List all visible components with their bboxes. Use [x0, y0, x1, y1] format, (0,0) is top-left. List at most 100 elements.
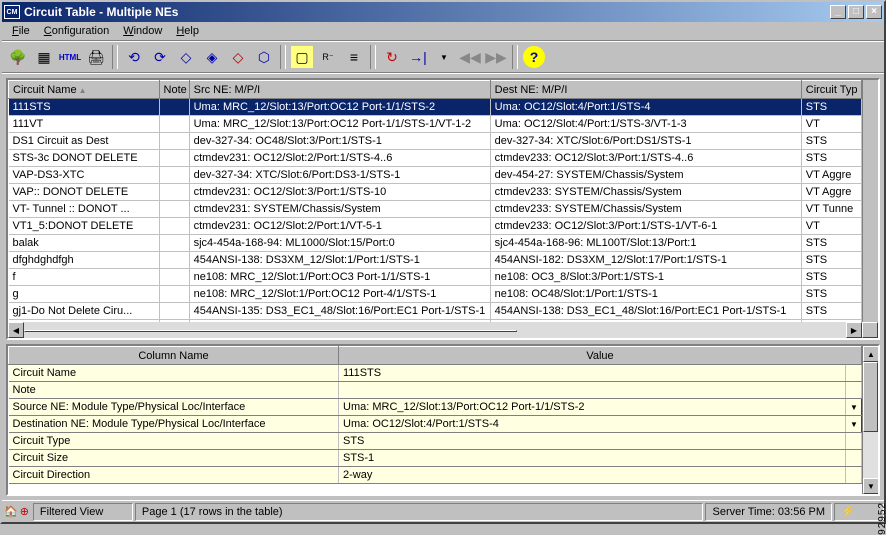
- cell-dest: sjc4-454a-168-96: ML100T/Slot:13/Port:1: [490, 235, 801, 252]
- detail-key: Circuit Name: [9, 365, 339, 382]
- cell-dest: Uma: OC12/Slot:4/Port:1/STS-4: [490, 99, 801, 116]
- table-row[interactable]: VAP:: DONOT DELETEctmdev231: OC12/Slot:3…: [9, 184, 862, 201]
- cell-dest: dev-454-27: SYSTEM/Chassis/System: [490, 167, 801, 184]
- horizontal-scrollbar[interactable]: ◀ ▶: [8, 322, 878, 338]
- detail-row[interactable]: Circuit Direction2-way: [9, 467, 862, 484]
- scroll-up-button[interactable]: ▲: [863, 346, 878, 362]
- scroll-right-button[interactable]: ▶: [846, 322, 862, 338]
- cell-src: 454ANSI-138: DS3XM_12/Slot:1/Port:1/STS-…: [189, 252, 490, 269]
- menu-help[interactable]: Help: [170, 24, 205, 38]
- table-row[interactable]: 111STSUma: MRC_12/Slot:13/Port:OC12 Port…: [9, 99, 862, 116]
- detail-key: Source NE: Module Type/Physical Loc/Inte…: [9, 399, 339, 416]
- detail-value[interactable]: [339, 382, 846, 399]
- toolbar-note-icon[interactable]: ▢: [290, 45, 314, 69]
- home-icon[interactable]: 🏠: [4, 505, 18, 518]
- menu-configuration[interactable]: Configuration: [38, 24, 115, 38]
- toolbar-circuit6-icon[interactable]: ⬡: [252, 45, 276, 69]
- close-button[interactable]: ×: [866, 5, 882, 19]
- table-row[interactable]: gj1-Do Not Delete Ciru...454ANSI-135: DS…: [9, 303, 862, 320]
- scroll-left-button[interactable]: ◀: [8, 322, 24, 338]
- cell-src: Uma: MRC_12/Slot:13/Port:OC12 Port-1/1/S…: [189, 116, 490, 133]
- table-row[interactable]: VAP-DS3-XTCdev-327-34: XTC/Slot:6/Port:D…: [9, 167, 862, 184]
- table-row[interactable]: fne108: MRC_12/Slot:1/Port:OC3 Port-1/1/…: [9, 269, 862, 286]
- toolbar-next-icon[interactable]: ▶▶: [484, 45, 508, 69]
- toolbar-print-icon[interactable]: 🖨: [84, 45, 108, 69]
- dropdown-button[interactable]: ▼: [845, 399, 861, 416]
- toolbar-circuit2-icon[interactable]: ⟳: [148, 45, 172, 69]
- toolbar-circuit5-icon[interactable]: ◇: [226, 45, 250, 69]
- detail-value[interactable]: STS: [339, 433, 846, 450]
- scroll-down-button[interactable]: ▼: [863, 478, 878, 494]
- toolbar-grid-icon[interactable]: ▦: [32, 45, 56, 69]
- cell-note: [159, 150, 189, 167]
- col-circuit-type[interactable]: Circuit Typ: [801, 81, 861, 99]
- detail-value[interactable]: 111STS: [339, 365, 846, 382]
- toolbar-dropdown-icon[interactable]: ▼: [432, 45, 456, 69]
- status-page: Page 1 (17 rows in the table): [135, 503, 704, 521]
- table-row[interactable]: 111VT Uma: MRC_12/Slot:13/Port:OC12 Port-…: [9, 116, 862, 133]
- empty-cell: [845, 382, 861, 399]
- image-id: 92952: [877, 502, 886, 535]
- cell-type: VT Tunne: [801, 201, 861, 218]
- detail-col-name[interactable]: Column Name: [9, 347, 339, 365]
- cell-type: VT: [801, 116, 861, 133]
- detail-value[interactable]: STS-1: [339, 450, 846, 467]
- detail-row[interactable]: Circuit TypeSTS: [9, 433, 862, 450]
- menu-window[interactable]: Window: [117, 24, 168, 38]
- toolbar-refresh-icon[interactable]: ↻: [380, 45, 404, 69]
- cell-src: sjc4-454a-168-94: ML1000/Slot:15/Port:0: [189, 235, 490, 252]
- cell-dest: 454ANSI-182: DS3XM_12/Slot:17/Port:1/STS…: [490, 252, 801, 269]
- table-row[interactable]: balaksjc4-454a-168-94: ML1000/Slot:15/Po…: [9, 235, 862, 252]
- table-row[interactable]: VT- Tunnel :: DONOT ...ctmdev231: SYSTEM…: [9, 201, 862, 218]
- detail-vertical-scrollbar[interactable]: ▲ ▼: [862, 346, 878, 494]
- toolbar: 🌳 ▦ HTML 🖨 ⟲ ⟳ ◇ ◈ ◇ ⬡ ▢ R⁻ ≡ ↻ →| ▼ ◀◀ …: [2, 42, 884, 72]
- circuit-table[interactable]: Circuit Name▲ Note Src NE: M/P/I Dest NE…: [8, 80, 862, 322]
- col-circuit-name[interactable]: Circuit Name▲: [9, 81, 160, 99]
- detail-key: Note: [9, 382, 339, 399]
- cell-note: [159, 286, 189, 303]
- cell-name: 111VT: [9, 116, 160, 133]
- toolbar-html-icon[interactable]: HTML: [58, 45, 82, 69]
- maximize-button[interactable]: □: [848, 5, 864, 19]
- detail-value[interactable]: 2-way: [339, 467, 846, 484]
- cell-dest: ctmdev233: SYSTEM/Chassis/System: [490, 184, 801, 201]
- cell-src: ctmdev231: OC12/Slot:2/Port:1/STS-4..6: [189, 150, 490, 167]
- table-row[interactable]: dfghdghdfgh454ANSI-138: DS3XM_12/Slot:1/…: [9, 252, 862, 269]
- table-row[interactable]: DS1 Circuit as Destdev-327-34: OC48/Slot…: [9, 133, 862, 150]
- detail-row[interactable]: Circuit SizeSTS-1: [9, 450, 862, 467]
- target-icon[interactable]: ⊕: [20, 505, 29, 518]
- table-row[interactable]: STS-3c DONOT DELETEctmdev231: OC12/Slot:…: [9, 150, 862, 167]
- table-row[interactable]: VT1_5:DONOT DELETEctmdev231: OC12/Slot:2…: [9, 218, 862, 235]
- toolbar-goto-icon[interactable]: →|: [406, 45, 430, 69]
- cell-src: dev-327-34: OC48/Slot:3/Port:1/STS-1: [189, 133, 490, 150]
- toolbar-circuit3-icon[interactable]: ◇: [174, 45, 198, 69]
- col-note[interactable]: Note: [159, 81, 189, 99]
- vertical-scrollbar[interactable]: [862, 80, 878, 322]
- detail-row[interactable]: Note: [9, 382, 862, 399]
- col-dest[interactable]: Dest NE: M/P/I: [490, 81, 801, 99]
- detail-row[interactable]: Destination NE: Module Type/Physical Loc…: [9, 416, 862, 433]
- toolbar-circuit1-icon[interactable]: ⟲: [122, 45, 146, 69]
- toolbar-circuit4-icon[interactable]: ◈: [200, 45, 224, 69]
- empty-cell: [845, 433, 861, 450]
- cell-name: f: [9, 269, 160, 286]
- toolbar-filter-icon[interactable]: ≡: [342, 45, 366, 69]
- detail-value[interactable]: Uma: OC12/Slot:4/Port:1/STS-4: [339, 416, 846, 433]
- detail-value[interactable]: Uma: MRC_12/Slot:13/Port:OC12 Port-1/1/S…: [339, 399, 846, 416]
- table-row[interactable]: gne108: MRC_12/Slot:1/Port:OC12 Port-4/1…: [9, 286, 862, 303]
- dropdown-button[interactable]: ▼: [845, 416, 861, 433]
- col-src[interactable]: Src NE: M/P/I: [189, 81, 490, 99]
- toolbar-r-icon[interactable]: R⁻: [316, 45, 340, 69]
- toolbar-tree-icon[interactable]: 🌳: [6, 45, 30, 69]
- detail-row[interactable]: Source NE: Module Type/Physical Loc/Inte…: [9, 399, 862, 416]
- menu-file[interactable]: File: [6, 24, 36, 38]
- minimize-button[interactable]: _: [830, 5, 846, 19]
- empty-cell: [845, 365, 861, 382]
- detail-col-value[interactable]: Value: [339, 347, 862, 365]
- cell-note: [159, 201, 189, 218]
- detail-row[interactable]: Circuit Name111STS: [9, 365, 862, 382]
- cell-note: [159, 116, 189, 133]
- toolbar-help-icon[interactable]: ?: [522, 45, 546, 69]
- cell-note: [159, 252, 189, 269]
- toolbar-prev-icon[interactable]: ◀◀: [458, 45, 482, 69]
